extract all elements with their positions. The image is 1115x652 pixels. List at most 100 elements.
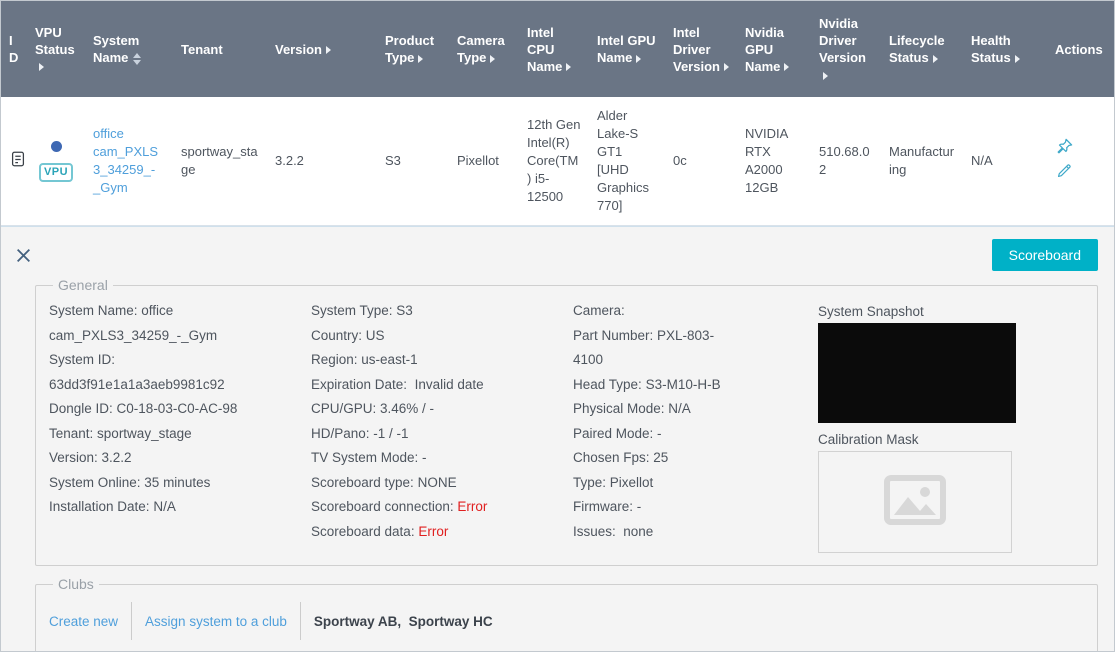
column-header-label: Tenant <box>181 41 223 57</box>
cell-health-status: N/A <box>963 97 1047 226</box>
detail-field-system-name: System Name: office cam_PXLS3_34259_-_Gy… <box>49 303 218 343</box>
detail-field-hd-pano: HD/Pano: -1 / -1 <box>311 425 409 441</box>
detail-field-firmware: Firmware: - <box>573 499 642 514</box>
general-legend: General <box>58 277 108 293</box>
filter-arrow-icon <box>325 46 331 55</box>
system-snapshot-label: System Snapshot <box>818 304 924 319</box>
filter-arrow-icon <box>823 71 828 80</box>
cell-nvidia-gpu-name: NVIDIA RTX A2000 12GB <box>737 97 811 226</box>
system-name-link[interactable]: office cam_PXLS3_34259_-_Gym <box>93 126 158 195</box>
vpu-badge[interactable]: VPU <box>38 162 74 182</box>
column-header-label: Product Type <box>385 33 435 65</box>
general-col-2: System Type: S3 Country: US Region: us-eas… <box>311 299 573 553</box>
vpu-online-dot-icon <box>50 140 62 152</box>
cell-intel-gpu-name: Alder Lake-S GT1 [UHD Graphics 770] <box>589 97 665 226</box>
filter-arrow-icon <box>932 54 938 63</box>
column-header-label: Camera Type <box>457 33 505 65</box>
cell-system-name: office cam_PXLS3_34259_-_Gym <box>85 97 173 226</box>
pin-icon[interactable] <box>1055 137 1074 156</box>
cell-lifecycle-status: Manufacturing <box>881 97 963 226</box>
filter-arrow-icon <box>1014 54 1020 63</box>
detail-field-installation-date: Installation Date: N/A <box>49 499 176 514</box>
filter-arrow-icon <box>723 63 729 72</box>
column-header-vpu-status[interactable]: VPU Status <box>27 1 85 97</box>
detail-field-expiration-date: Expiration Date: Invalid date <box>311 376 484 392</box>
sort-icon <box>133 52 142 65</box>
cell-camera-type: Pixellot <box>449 97 519 226</box>
column-header-lifecycle-status[interactable]: Lifecycle Status <box>881 1 963 97</box>
column-header-camera-type[interactable]: Camera Type <box>449 1 519 97</box>
filter-arrow-icon <box>418 54 424 63</box>
column-header-label: Health Status <box>971 33 1011 65</box>
systems-table: ID VPU Status System Name Tenant Version Prod… <box>1 1 1114 226</box>
column-header-intel-cpu-name[interactable]: Intel CPU Name <box>519 1 589 97</box>
assign-system-to-club-link[interactable]: Assign system to a club <box>145 614 287 629</box>
general-col-3: Camera: Part Number: PXL-803-4100 Head Ty… <box>573 299 818 553</box>
column-header-label: VPU Status <box>35 24 75 57</box>
close-icon[interactable] <box>13 245 34 266</box>
detail-field-system-type: System Type: S3 <box>311 303 413 318</box>
detail-field-country: Country: US <box>311 327 385 343</box>
cell-vpu-status: VPU <box>27 97 85 226</box>
column-header-label: Intel GPU Name <box>597 33 656 65</box>
detail-field-dongle-id: Dongle ID: C0-18-03-C0-AC-98 <box>49 401 238 416</box>
column-header-label: Nvidia Driver Version <box>819 16 866 65</box>
detail-field-issues: Issues: none <box>573 523 654 539</box>
filter-arrow-icon <box>784 63 790 72</box>
edit-icon[interactable] <box>1055 161 1074 180</box>
filter-arrow-icon <box>490 54 496 63</box>
copy-id-icon[interactable] <box>9 150 27 168</box>
create-new-club-link[interactable]: Create new <box>49 614 118 629</box>
column-header-label: System Name <box>93 33 140 65</box>
column-header-product-type[interactable]: Product Type <box>377 1 449 97</box>
detail-field-version: Version: 3.2.2 <box>49 450 132 465</box>
detail-field-system-online: System Online: 35 minutes <box>49 474 211 490</box>
cell-nvidia-driver-version: 510.68.02 <box>811 97 881 226</box>
filter-arrow-icon <box>566 63 572 72</box>
cell-intel-driver-version: 0c <box>665 97 737 226</box>
scoreboard-button[interactable]: Scoreboard <box>991 239 1098 271</box>
column-header-id: ID <box>1 1 27 97</box>
detail-field-part-number: Part Number: PXL-803-4100 <box>573 327 715 368</box>
general-col-1: System Name: office cam_PXLS3_34259_-_Gy… <box>49 299 311 553</box>
column-header-nvidia-driver-version[interactable]: Nvidia Driver Version <box>811 1 881 97</box>
table-row[interactable]: VPU office cam_PXLS3_34259_-_Gym sportwa… <box>1 97 1114 226</box>
detail-field-scoreboard-type: Scoreboard type: NONE <box>311 474 457 490</box>
cell-intel-cpu-name: 12th Gen Intel(R) Core(TM) i5-12500 <box>519 97 589 226</box>
detail-field-scoreboard-connection: Scoreboard connection: Error <box>311 499 488 514</box>
system-snapshot-image[interactable] <box>818 323 1016 423</box>
detail-field-chosen-fps: Chosen Fps: 25 <box>573 450 669 465</box>
column-header-actions: Actions <box>1047 1 1114 97</box>
general-section: General System Name: office cam_PXLS3_34… <box>35 277 1098 566</box>
detail-topbar: Scoreboard <box>1 235 1098 277</box>
detail-field-tv-system-mode: TV System Mode: - <box>311 450 427 465</box>
column-header-label: Version <box>275 41 322 57</box>
column-header-label: Intel Driver Version <box>673 24 720 74</box>
divider <box>131 602 133 640</box>
detail-field-paired-mode: Paired Mode: - <box>573 425 662 441</box>
filter-arrow-icon <box>39 63 44 72</box>
detail-field-type: Type: Pixellot <box>573 474 654 490</box>
column-header-health-status[interactable]: Health Status <box>963 1 1047 97</box>
general-media-col: System Snapshot Calibration Mask <box>818 299 1084 553</box>
column-header-version[interactable]: Version <box>267 1 377 97</box>
detail-field-head-type: Head Type: S3-M10-H-B <box>573 376 721 392</box>
detail-field-physical-mode: Physical Mode: N/A <box>573 401 691 416</box>
column-header-intel-driver-version[interactable]: Intel Driver Version <box>665 1 737 97</box>
clubs-legend: Clubs <box>58 576 94 592</box>
column-header-tenant: Tenant <box>173 1 267 97</box>
column-header-label: ID <box>9 33 19 65</box>
column-header-label: Actions <box>1055 41 1103 57</box>
divider <box>299 602 301 640</box>
club-names: Sportway AB, Sportway HC <box>313 613 493 629</box>
column-header-label: Intel CPU Name <box>527 24 563 74</box>
column-header-nvidia-gpu-name[interactable]: Nvidia GPU Name <box>737 1 811 97</box>
detail-field-scoreboard-data: Scoreboard data: Error <box>311 523 449 539</box>
detail-field-camera: Camera: <box>573 303 625 318</box>
detail-field-region: Region: us-east-1 <box>311 352 418 367</box>
cell-tenant: sportway_stage <box>173 97 267 226</box>
column-header-intel-gpu-name[interactable]: Intel GPU Name <box>589 1 665 97</box>
column-header-system-name[interactable]: System Name <box>85 1 173 97</box>
cell-id <box>1 97 27 226</box>
system-detail-panel: Scoreboard General System Name: office c… <box>1 226 1114 651</box>
